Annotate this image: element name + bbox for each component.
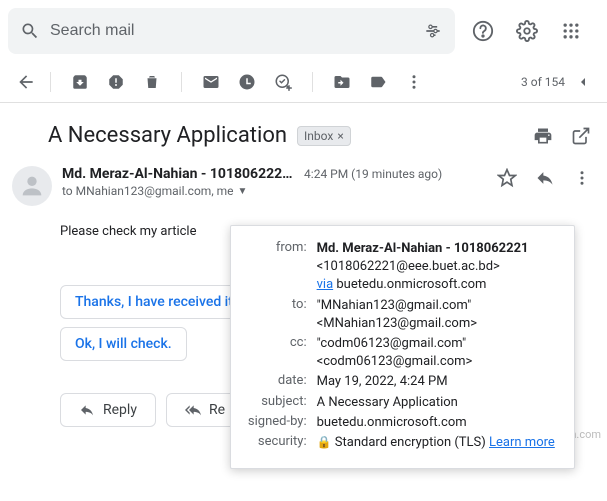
from-address: <1018062221@eee.buet.ac.bd>: [317, 259, 500, 274]
search-box[interactable]: [8, 8, 455, 54]
email-subject: A Necessary Application: [48, 123, 287, 148]
snooze-icon[interactable]: [238, 73, 256, 91]
reply-all-label: Re: [209, 402, 225, 418]
avatar: [12, 166, 52, 206]
show-details-icon[interactable]: ▼: [238, 186, 248, 197]
details-popover: from: Md. Meraz-Al-Nahian - 1018062221 <…: [230, 225, 575, 469]
lock-icon: 🔒: [317, 435, 332, 449]
learn-more-link[interactable]: Learn more: [489, 435, 555, 450]
pagination-text: 3 of 154: [521, 75, 575, 89]
open-new-window-icon[interactable]: [571, 126, 591, 146]
cc-label: cc:: [247, 335, 317, 371]
security-label: security:: [247, 434, 317, 452]
reply-button[interactable]: Reply: [60, 393, 156, 427]
archive-icon[interactable]: [71, 73, 89, 91]
from-name: Md. Meraz-Al-Nahian - 1018062221: [317, 241, 529, 256]
reply-icon[interactable]: [535, 168, 555, 188]
to-name: "MNahian123@gmail.com": [317, 298, 472, 313]
print-icon[interactable]: [533, 126, 553, 146]
via-domain: buetedu.onmicrosoft.com: [336, 277, 486, 292]
delete-icon[interactable]: [143, 73, 161, 91]
move-to-icon[interactable]: [333, 73, 351, 91]
label-text: Inbox: [304, 129, 333, 143]
labels-icon[interactable]: [369, 73, 387, 91]
smart-reply-1[interactable]: Thanks, I have received it.: [60, 285, 252, 319]
support-icon[interactable]: [463, 11, 503, 51]
cc-address: <codm06123@gmail.com>: [317, 354, 473, 369]
back-button[interactable]: [16, 72, 46, 92]
signed-label: signed-by:: [247, 414, 317, 432]
sent-time: 4:24 PM (19 minutes ago): [304, 167, 442, 181]
reply-label: Reply: [103, 402, 137, 418]
more-icon[interactable]: [405, 73, 423, 91]
star-icon[interactable]: [497, 168, 517, 188]
search-icon: [20, 21, 40, 41]
recipients-summary: to MNahian123@gmail.com, me: [62, 184, 234, 198]
separator: [181, 72, 182, 92]
to-label: to:: [247, 297, 317, 333]
signed-value: buetedu.onmicrosoft.com: [317, 414, 558, 432]
subject-label: subject:: [247, 394, 317, 412]
spam-icon[interactable]: [107, 73, 125, 91]
from-label: from:: [247, 240, 317, 295]
apps-icon[interactable]: [551, 11, 591, 51]
add-task-icon[interactable]: [274, 73, 292, 91]
date-value: May 19, 2022, 4:24 PM: [317, 373, 558, 391]
separator: [50, 72, 51, 92]
sender-name: Md. Meraz-Al-Nahian - 101806222…: [62, 166, 293, 182]
message-more-icon[interactable]: [573, 169, 591, 187]
security-value: Standard encryption (TLS): [335, 435, 486, 450]
mark-unread-icon[interactable]: [202, 73, 220, 91]
inbox-label-chip[interactable]: Inbox ×: [297, 126, 351, 146]
separator: [312, 72, 313, 92]
to-address: <MNahian123@gmail.com>: [317, 316, 477, 331]
smart-reply-2[interactable]: Ok, I will check.: [60, 327, 187, 361]
search-input[interactable]: [50, 22, 413, 40]
settings-icon[interactable]: [507, 11, 547, 51]
close-icon[interactable]: ×: [337, 129, 343, 143]
date-label: date:: [247, 373, 317, 391]
older-icon[interactable]: [575, 74, 591, 90]
cc-name: "codm06123@gmail.com": [317, 336, 467, 351]
subject-value: A Necessary Application: [317, 394, 558, 412]
search-options-icon[interactable]: [423, 21, 443, 41]
via-link[interactable]: via: [317, 277, 334, 292]
